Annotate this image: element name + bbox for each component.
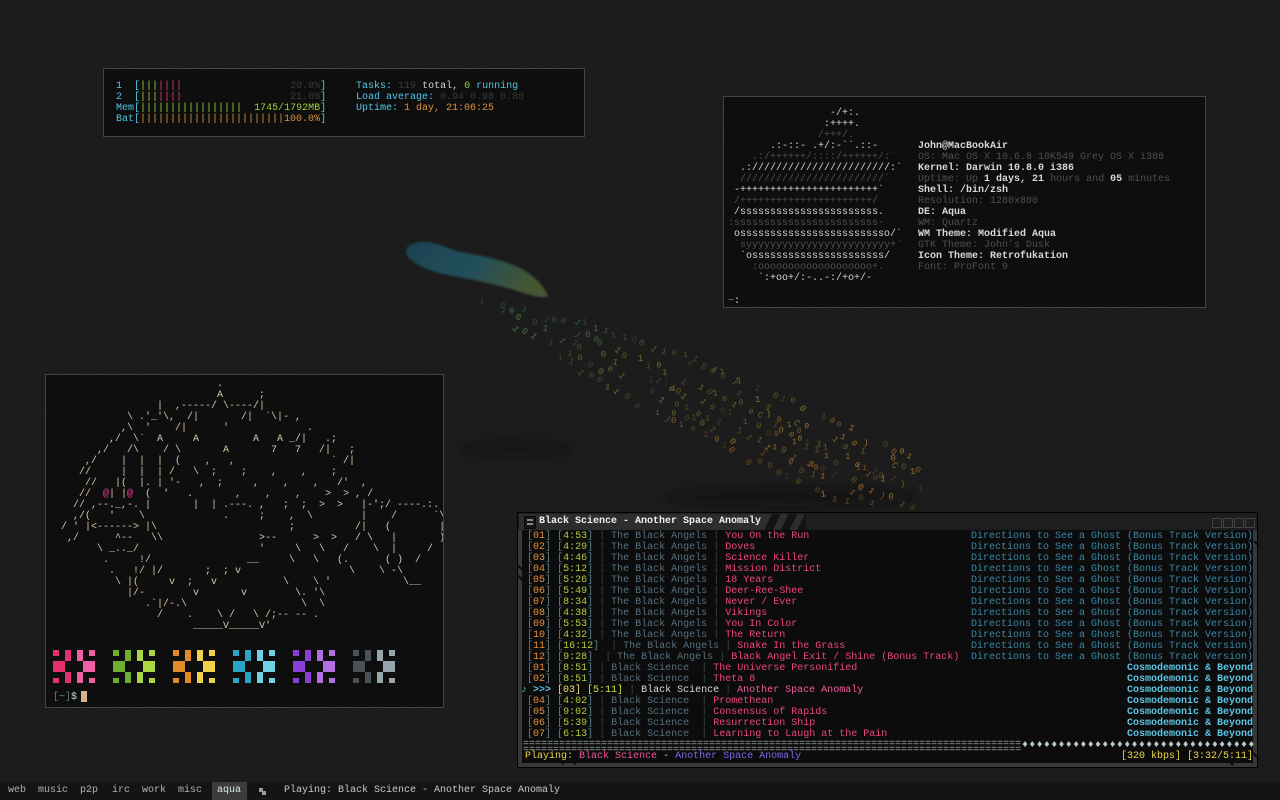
svg-text:1: 1 xyxy=(558,354,563,363)
svg-text:1: 1 xyxy=(862,464,867,473)
svg-text:): ) xyxy=(863,438,869,449)
svg-text:): ) xyxy=(663,378,669,388)
svg-text:1: 1 xyxy=(662,368,668,378)
svg-text:0: 0 xyxy=(722,395,728,404)
svg-text:1: 1 xyxy=(683,351,688,360)
svg-text:0: 0 xyxy=(577,353,583,363)
svg-text:1: 1 xyxy=(845,452,851,462)
svg-text:0: 0 xyxy=(585,330,591,340)
svg-text:1: 1 xyxy=(742,418,748,427)
svg-text:1: 1 xyxy=(593,324,598,334)
svg-text:0: 0 xyxy=(767,461,773,471)
svg-text:1: 1 xyxy=(824,452,829,461)
svg-text:1: 1 xyxy=(684,403,690,413)
svg-text:1: 1 xyxy=(727,408,733,418)
svg-text:1: 1 xyxy=(582,318,588,328)
svg-text:1: 1 xyxy=(918,485,924,495)
svg-text:1: 1 xyxy=(736,376,742,386)
svg-text:1: 1 xyxy=(637,354,643,364)
svg-text:1: 1 xyxy=(691,413,697,423)
svg-text:0: 0 xyxy=(601,350,607,360)
svg-text:0: 0 xyxy=(532,318,538,328)
svg-text:1: 1 xyxy=(655,409,660,418)
svg-text:1: 1 xyxy=(622,333,628,343)
svg-text:): ) xyxy=(900,479,906,489)
svg-text:1: 1 xyxy=(784,472,789,481)
svg-text:1: 1 xyxy=(755,395,761,405)
svg-text:0: 0 xyxy=(691,425,696,434)
